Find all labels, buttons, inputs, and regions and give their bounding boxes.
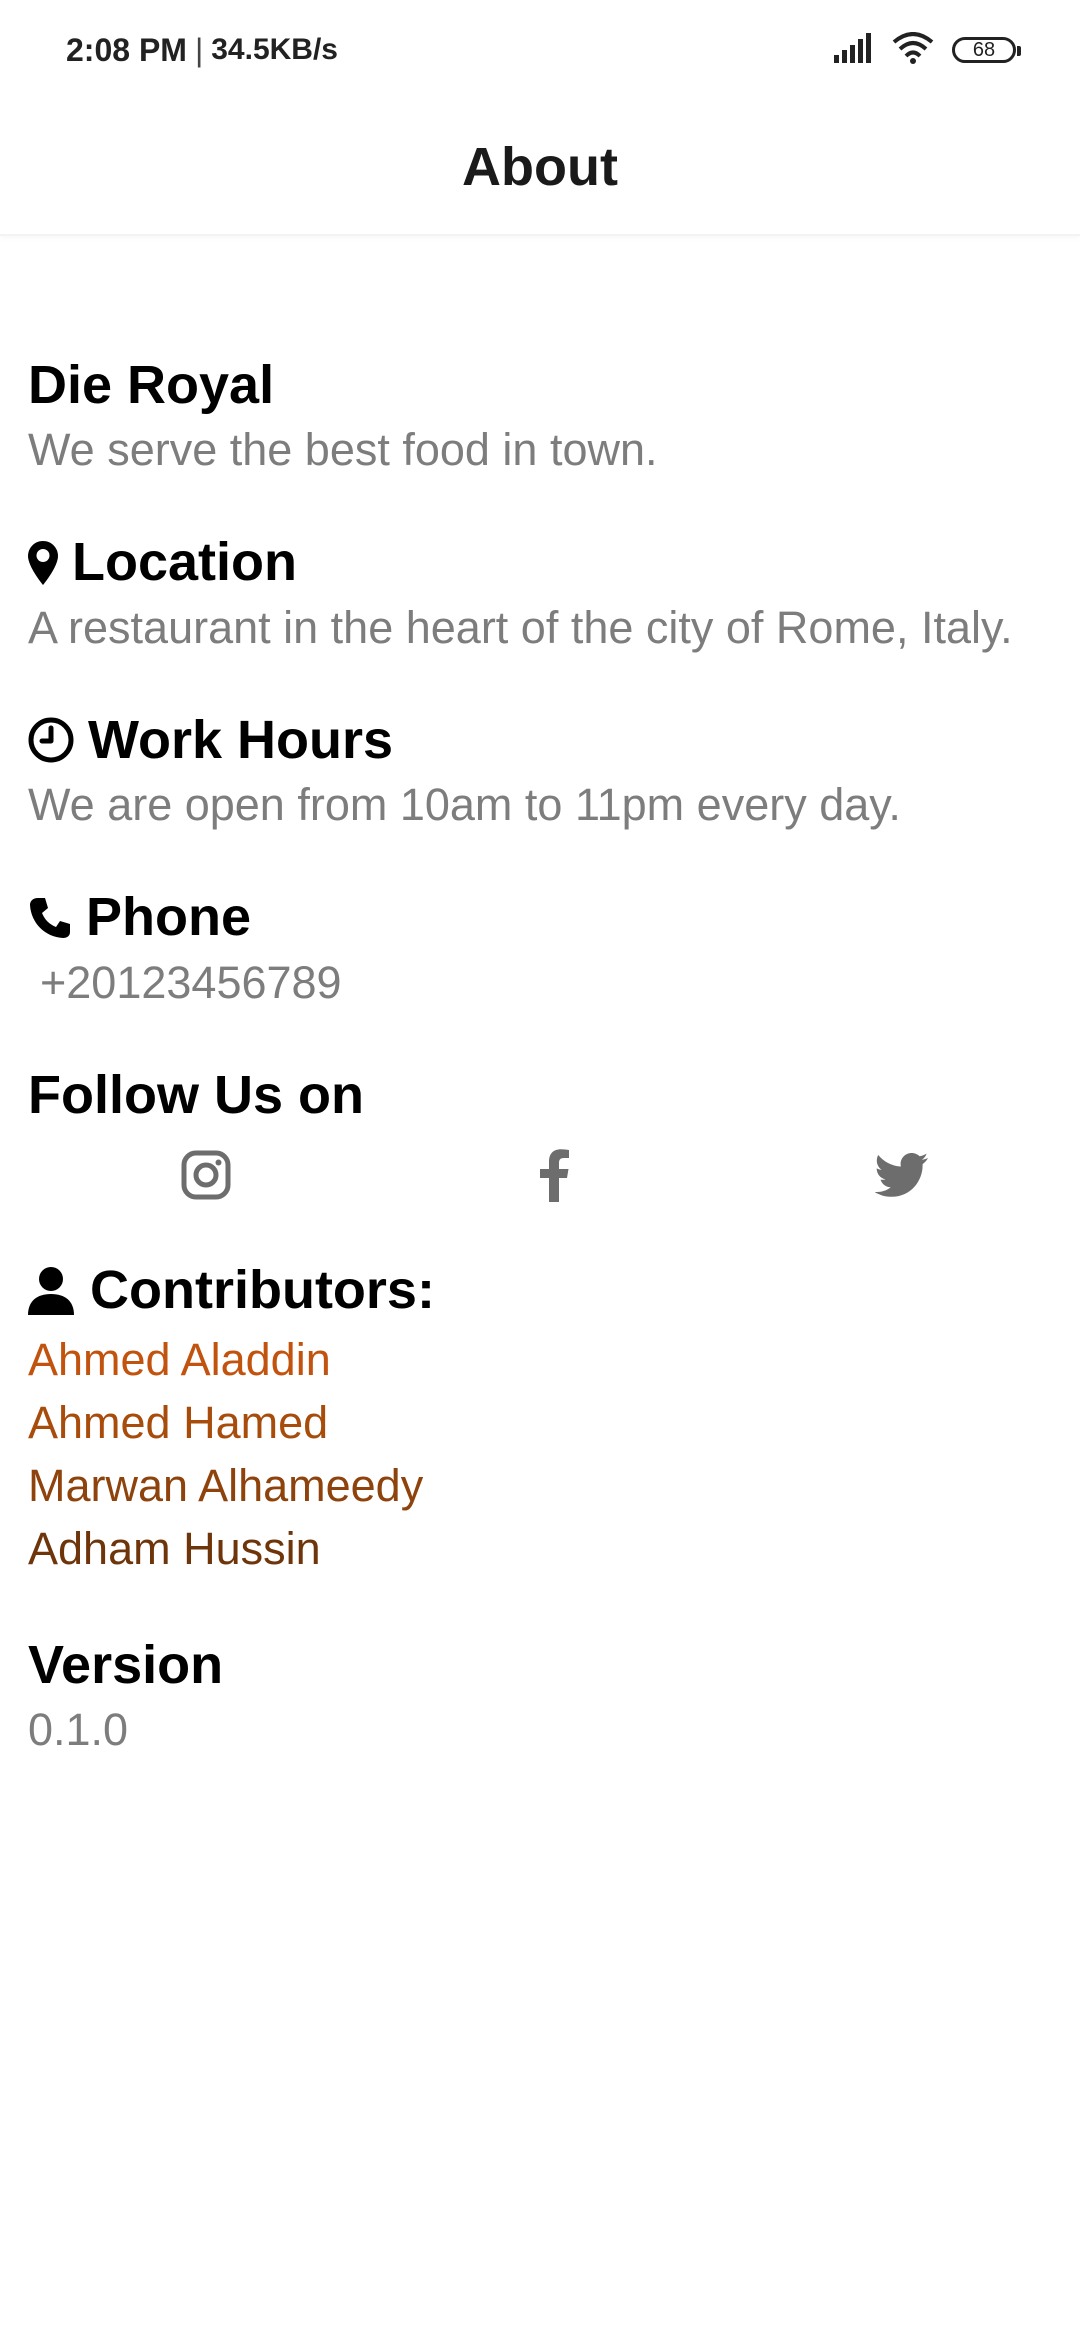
- follow-section: Follow Us on: [28, 1064, 1068, 1217]
- location-title-row: Location: [28, 532, 1068, 593]
- restaurant-tagline: We serve the best food in town.: [28, 424, 658, 476]
- wifi-icon: [892, 31, 934, 69]
- battery-icon: 68: [952, 37, 1021, 63]
- network-speed: 34.5KB/s: [211, 33, 338, 66]
- work-hours-section: Work Hours We are open from 10am to 11pm…: [28, 709, 1068, 832]
- contributor-name[interactable]: Ahmed Hamed: [28, 1391, 1068, 1454]
- work-hours-title: Work Hours: [88, 709, 394, 770]
- phone-title: Phone: [86, 887, 252, 948]
- phone-title-row: Phone: [28, 887, 1068, 948]
- contributor-name[interactable]: Adham Hussin: [28, 1517, 1068, 1580]
- contributor-name[interactable]: Ahmed Aladdin: [28, 1328, 1068, 1391]
- status-time: 2:08 PM: [66, 31, 187, 68]
- work-hours-title-row: Work Hours: [28, 709, 1068, 770]
- status-bar: 2:08 PM | 34.5KB/s 68: [0, 0, 1080, 100]
- status-separator: |: [194, 31, 204, 68]
- restaurant-section: Die Royal We serve the best food in town…: [28, 355, 1068, 477]
- phone-section: Phone +20123456789: [28, 887, 1068, 1010]
- page-title: About: [462, 137, 618, 197]
- version-number: 0.1.0: [28, 1703, 129, 1755]
- follow-title: Follow Us on: [28, 1064, 364, 1125]
- contributors-title: Contributors:: [90, 1259, 435, 1320]
- status-left: 2:08 PM | 34.5KB/s: [66, 32, 338, 69]
- app-bar: About: [0, 100, 1080, 236]
- phone-icon: [28, 896, 72, 940]
- map-pin-icon: [28, 541, 58, 586]
- version-title: Version: [28, 1635, 224, 1696]
- facebook-icon[interactable]: [524, 1145, 584, 1205]
- contributors-list: Ahmed Aladdin Ahmed Hamed Marwan Alhamee…: [28, 1328, 1068, 1580]
- contributors-title-row: Contributors:: [28, 1259, 1068, 1320]
- clock-icon: [28, 717, 74, 763]
- contributor-name[interactable]: Marwan Alhameedy: [28, 1454, 1068, 1517]
- signal-icon: [834, 32, 874, 68]
- about-content: Die Royal We serve the best food in town…: [28, 355, 1068, 1812]
- location-text: A restaurant in the heart of the city of…: [28, 601, 1013, 653]
- social-links: [28, 1137, 1068, 1217]
- phone-number[interactable]: +20123456789: [28, 956, 1068, 1010]
- instagram-icon[interactable]: [176, 1145, 236, 1205]
- status-right: 68: [834, 31, 1021, 69]
- restaurant-name: Die Royal: [28, 355, 275, 415]
- person-icon: [28, 1266, 74, 1315]
- version-section: Version 0.1.0: [28, 1635, 1068, 1755]
- twitter-icon[interactable]: [872, 1145, 932, 1205]
- location-section: Location A restaurant in the heart of th…: [28, 532, 1068, 654]
- contributors-section: Contributors: Ahmed Aladdin Ahmed Hamed …: [28, 1259, 1068, 1580]
- location-title: Location: [72, 532, 297, 593]
- work-hours-text: We are open from 10am to 11pm every day.: [28, 779, 901, 831]
- battery-level: 68: [972, 38, 996, 61]
